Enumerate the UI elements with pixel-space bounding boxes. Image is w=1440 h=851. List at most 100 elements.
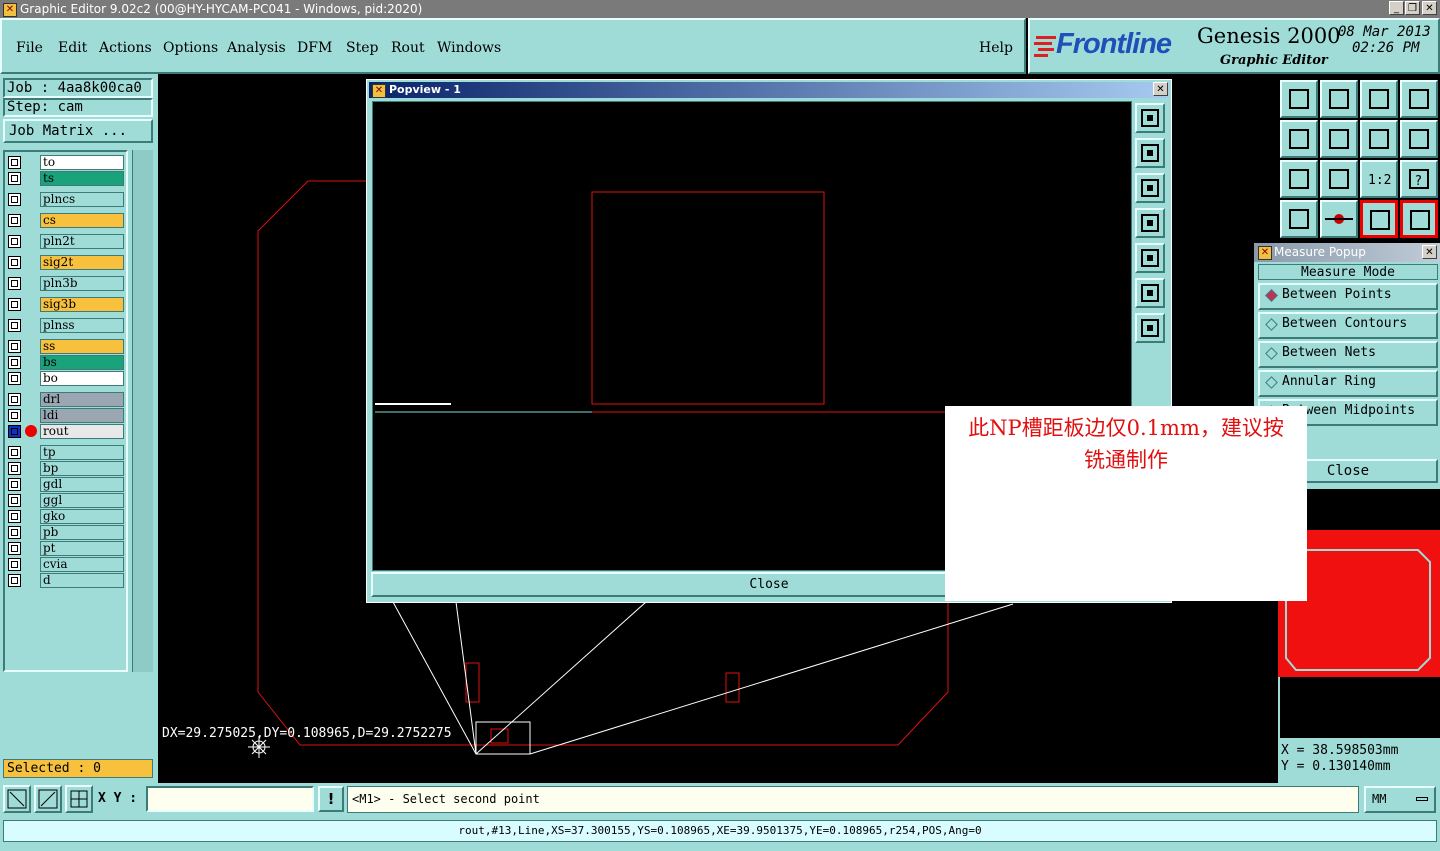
snap-tool-icon[interactable] (34, 785, 62, 813)
menu-edit[interactable]: Edit (58, 40, 87, 56)
layer-checkbox[interactable] (8, 156, 21, 169)
layer-row-plncs[interactable]: plncs (8, 192, 124, 207)
settings-tools-icon[interactable] (1280, 200, 1318, 238)
menu-rout[interactable]: Rout (391, 40, 425, 56)
unit-select[interactable]: MM (1364, 786, 1436, 813)
pan-up-icon[interactable] (1135, 138, 1165, 168)
layer-row-bp[interactable]: bp (8, 461, 124, 476)
pan-left-tool-icon[interactable] (1280, 120, 1318, 158)
layer-checkbox[interactable] (8, 393, 21, 406)
layer-checkbox[interactable] (8, 446, 21, 459)
layer-checkbox[interactable] (8, 574, 21, 587)
layer-checkbox[interactable] (8, 298, 21, 311)
layer-checkbox[interactable] (8, 542, 21, 555)
help-query-icon[interactable]: ? (1400, 160, 1438, 198)
scale-1to2-icon[interactable]: 1:2 (1360, 160, 1398, 198)
window-view-icon[interactable] (1400, 80, 1438, 118)
layer-name[interactable]: ggl (40, 493, 124, 508)
layer-name[interactable]: pln3b (40, 276, 124, 291)
layer-row-sig2t[interactable]: sig2t (8, 255, 124, 270)
layer-name[interactable]: plnss (40, 318, 124, 333)
layer-name[interactable]: gko (40, 509, 124, 524)
zoom-window-icon[interactable] (1135, 103, 1165, 133)
layer-checkbox[interactable] (8, 356, 21, 369)
layer-row-sig3b[interactable]: sig3b (8, 297, 124, 312)
window-title-bar[interactable]: ✕ Graphic Editor 9.02c2 (00@HY-HYCAM-PC0… (0, 0, 1440, 18)
layer-name[interactable]: sig2t (40, 255, 124, 270)
layer-checkbox[interactable] (8, 319, 21, 332)
pan-right-icon[interactable] (1135, 243, 1165, 273)
pan-down-icon[interactable] (1135, 173, 1165, 203)
menu-step[interactable]: Step (346, 40, 378, 56)
menu-help[interactable]: Help (979, 40, 1013, 56)
measure-mode-option[interactable]: Between Contours (1258, 312, 1438, 339)
layer-name[interactable]: ss (40, 339, 124, 354)
layer-checkbox[interactable] (8, 478, 21, 491)
center-view-icon[interactable] (1320, 160, 1358, 198)
layer-checkbox[interactable] (8, 340, 21, 353)
menu-dfm[interactable]: DFM (297, 40, 332, 56)
layer-name[interactable]: tp (40, 445, 124, 460)
alert-icon[interactable]: ! (318, 786, 344, 812)
layer-row-cvia[interactable]: cvia (8, 557, 124, 572)
layer-row-rout[interactable]: rout (8, 424, 124, 439)
layer-row-ss[interactable]: ss (8, 339, 124, 354)
layer-row-pb[interactable]: pb (8, 525, 124, 540)
layer-name[interactable]: drl (40, 392, 124, 407)
layer-name[interactable]: to (40, 155, 124, 170)
fit-screen-icon[interactable] (1280, 160, 1318, 198)
layer-row-pln2t[interactable]: pln2t (8, 234, 124, 249)
mirror-view-icon[interactable] (1400, 120, 1438, 158)
minimize-button[interactable]: _ (1389, 1, 1404, 15)
menu-file[interactable]: File (16, 40, 43, 56)
layer-name[interactable]: bp (40, 461, 124, 476)
popview-close-icon[interactable]: ✕ (1153, 82, 1168, 96)
close-window-button[interactable]: ✕ (1422, 1, 1437, 15)
layer-name[interactable]: bo (40, 371, 124, 386)
zoom-fit-icon[interactable] (1135, 313, 1165, 343)
layer-row-cs[interactable]: cs (8, 213, 124, 228)
layer-row-bs[interactable]: bs (8, 355, 124, 370)
layer-row-pln3b[interactable]: pln3b (8, 276, 124, 291)
menu-analysis[interactable]: Analysis (227, 40, 286, 56)
layer-row-gdl[interactable]: gdl (8, 477, 124, 492)
measure-close-icon[interactable]: ✕ (1422, 245, 1437, 259)
xy-input[interactable] (146, 786, 314, 812)
layer-checkbox[interactable] (8, 558, 21, 571)
layer-name[interactable]: d (40, 573, 124, 588)
measure-tool-icon[interactable] (1320, 200, 1358, 238)
zoom-home-icon[interactable] (1135, 278, 1165, 308)
layer-row-gko[interactable]: gko (8, 509, 124, 524)
layer-checkbox[interactable] (8, 235, 21, 248)
layer-checkbox[interactable] (8, 425, 21, 438)
layer-row-ts[interactable]: ts (8, 171, 124, 186)
layer-name[interactable]: ts (40, 171, 124, 186)
layer-checkbox[interactable] (8, 510, 21, 523)
job-matrix-button[interactable]: Job Matrix ... (3, 119, 153, 143)
layer-checkbox[interactable] (8, 214, 21, 227)
pan-right-tool-icon[interactable] (1320, 120, 1358, 158)
layer-name[interactable]: pln2t (40, 234, 124, 249)
layer-name[interactable]: rout (40, 424, 124, 439)
layer-row-pt[interactable]: pt (8, 541, 124, 556)
layer-checkbox[interactable] (8, 256, 21, 269)
home-view-icon[interactable] (1360, 80, 1398, 118)
zoom-in-icon[interactable] (1280, 80, 1318, 118)
layer-checkbox[interactable] (8, 526, 21, 539)
layer-name[interactable]: pb (40, 525, 124, 540)
restore-button[interactable]: ❐ (1405, 1, 1420, 15)
layer-row-ldi[interactable]: ldi (8, 408, 124, 423)
layer-row-to[interactable]: to (8, 155, 124, 170)
measure-mode-option[interactable]: Between Nets (1258, 341, 1438, 368)
layer-name[interactable]: cvia (40, 557, 124, 572)
layer-checkbox[interactable] (8, 372, 21, 385)
net-highlight-icon[interactable] (1360, 200, 1398, 238)
layer-row-tp[interactable]: tp (8, 445, 124, 460)
menu-windows[interactable]: Windows (437, 40, 501, 56)
layer-name[interactable]: gdl (40, 477, 124, 492)
measure-title-bar[interactable]: ✕ Measure Popup ✕ (1254, 243, 1440, 262)
measure-mode-option[interactable]: Annular Ring (1258, 370, 1438, 397)
net-compare-icon[interactable] (1400, 200, 1438, 238)
grid-tool-icon[interactable] (65, 785, 93, 813)
popview-title-bar[interactable]: ✕ Popview - 1 ✕ (369, 82, 1169, 98)
